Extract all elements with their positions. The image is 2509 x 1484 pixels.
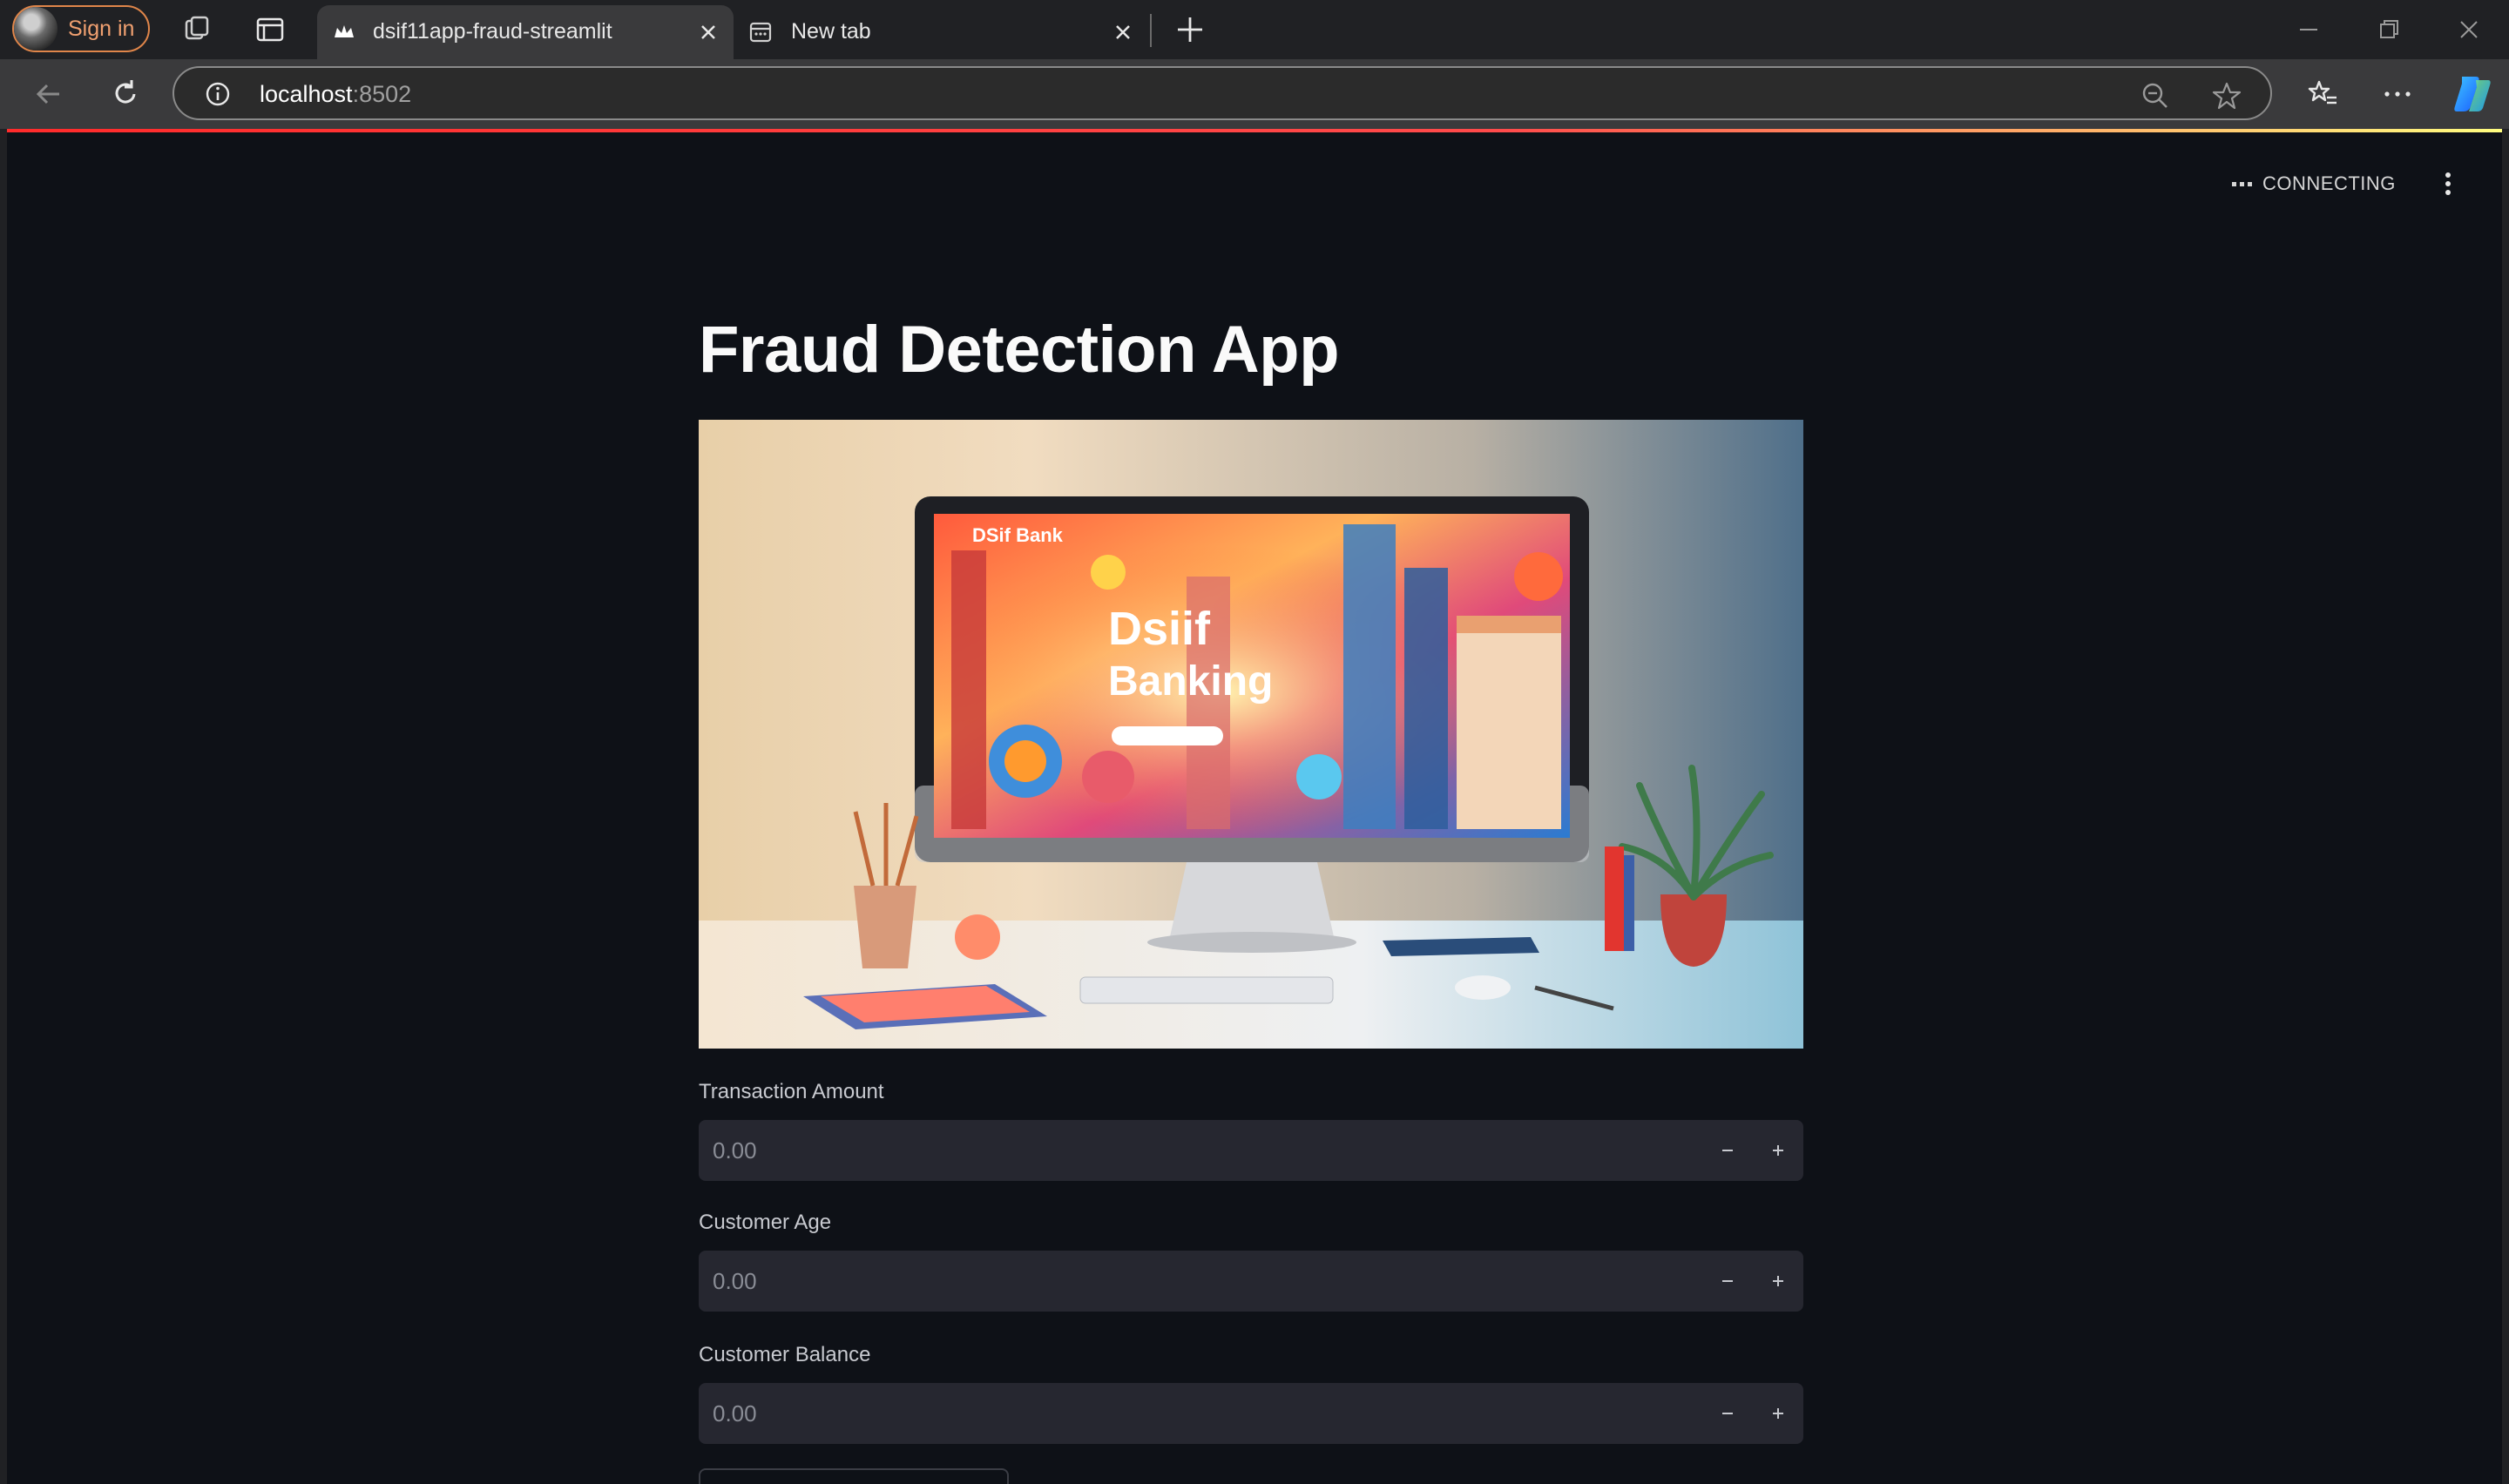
screen-headline-line2: Banking xyxy=(1108,658,1273,705)
tab-dsif11app[interactable]: dsif11app-fraud-streamlit xyxy=(317,5,734,59)
tab-separator xyxy=(1150,14,1152,47)
tab-title: New tab xyxy=(791,19,871,44)
close-tab-icon[interactable] xyxy=(1112,21,1134,44)
favorite-star-icon[interactable] xyxy=(2211,80,2242,111)
hero-image: DSif Bank Dsiif Banking xyxy=(699,420,1803,1049)
favorites-icon[interactable] xyxy=(2303,75,2342,113)
connecting-dots-icon xyxy=(2232,181,2252,186)
sign-in-label: Sign in xyxy=(68,16,135,41)
plus-icon xyxy=(1773,1408,1783,1419)
streamlit-crown-icon xyxy=(335,25,354,37)
decrement-button[interactable] xyxy=(1702,1120,1753,1181)
refresh-icon[interactable] xyxy=(106,75,145,113)
new-tab-plus-icon[interactable] xyxy=(1173,12,1207,47)
url-port: :8502 xyxy=(352,81,412,107)
screen-brand-text: DSif Bank xyxy=(972,524,1064,546)
more-options-icon[interactable] xyxy=(2378,75,2417,113)
bank-desktop-illustration: DSif Bank Dsiif Banking xyxy=(699,496,1803,1049)
increment-button[interactable] xyxy=(1753,1383,1803,1444)
transaction-amount-label: Transaction Amount xyxy=(699,1080,884,1103)
screen-headline-line1: Dsiif xyxy=(1108,603,1211,655)
browser-toolbar: localhost:8502 xyxy=(0,59,2509,129)
partially-visible-button[interactable] xyxy=(699,1468,1009,1484)
copilot-icon[interactable] xyxy=(2450,71,2495,117)
transaction-amount-input[interactable]: 0.00 xyxy=(699,1120,1803,1181)
minus-icon xyxy=(1722,1413,1733,1414)
customer-age-label: Customer Age xyxy=(699,1211,832,1234)
minus-icon xyxy=(1722,1150,1733,1151)
decrement-button[interactable] xyxy=(1702,1251,1753,1312)
close-tab-icon[interactable] xyxy=(697,21,720,44)
streamlit-app: CONNECTING Fraud Detection App DSif Bank… xyxy=(7,129,2502,1484)
zoom-out-icon[interactable] xyxy=(2140,80,2171,111)
url-text: localhost:8502 xyxy=(260,81,411,108)
url-host: localhost xyxy=(260,81,353,107)
increment-button[interactable] xyxy=(1753,1120,1803,1181)
plus-icon xyxy=(1773,1276,1783,1286)
plus-icon xyxy=(1773,1145,1783,1156)
customer-age-value[interactable]: 0.00 xyxy=(713,1268,757,1295)
address-bar[interactable]: localhost:8502 xyxy=(172,66,2272,120)
back-arrow-icon[interactable] xyxy=(30,75,68,113)
tab-title: dsif11app-fraud-streamlit xyxy=(373,19,612,44)
profile-avatar xyxy=(14,7,57,51)
sign-in-button[interactable]: Sign in xyxy=(12,5,150,52)
tab-actions-icon[interactable] xyxy=(253,12,287,47)
customer-balance-input[interactable]: 0.00 xyxy=(699,1383,1803,1444)
top-decoration-bar xyxy=(7,129,2502,132)
close-window-icon[interactable] xyxy=(2452,12,2486,47)
main-menu-kebab-icon[interactable] xyxy=(2438,172,2458,199)
new-tab-page-icon xyxy=(749,22,772,43)
page-title: Fraud Detection App xyxy=(699,313,1340,387)
customer-balance-label: Customer Balance xyxy=(699,1343,871,1366)
transaction-amount-value[interactable]: 0.00 xyxy=(713,1137,757,1164)
decrement-button[interactable] xyxy=(1702,1383,1753,1444)
minimize-window-icon[interactable] xyxy=(2291,12,2326,47)
customer-balance-value[interactable]: 0.00 xyxy=(713,1400,757,1427)
customer-age-input[interactable]: 0.00 xyxy=(699,1251,1803,1312)
tab-new-tab[interactable]: New tab xyxy=(737,5,1152,59)
connection-status-label: CONNECTING xyxy=(2262,172,2396,194)
site-info-icon[interactable] xyxy=(204,80,232,108)
increment-button[interactable] xyxy=(1753,1251,1803,1312)
browser-tab-strip: Sign in dsif11app-fraud-streamlit New ta… xyxy=(0,0,2509,59)
restore-window-icon[interactable] xyxy=(2371,12,2406,47)
workspaces-icon[interactable] xyxy=(179,12,214,47)
connection-status: CONNECTING xyxy=(2232,172,2396,195)
minus-icon xyxy=(1722,1280,1733,1282)
